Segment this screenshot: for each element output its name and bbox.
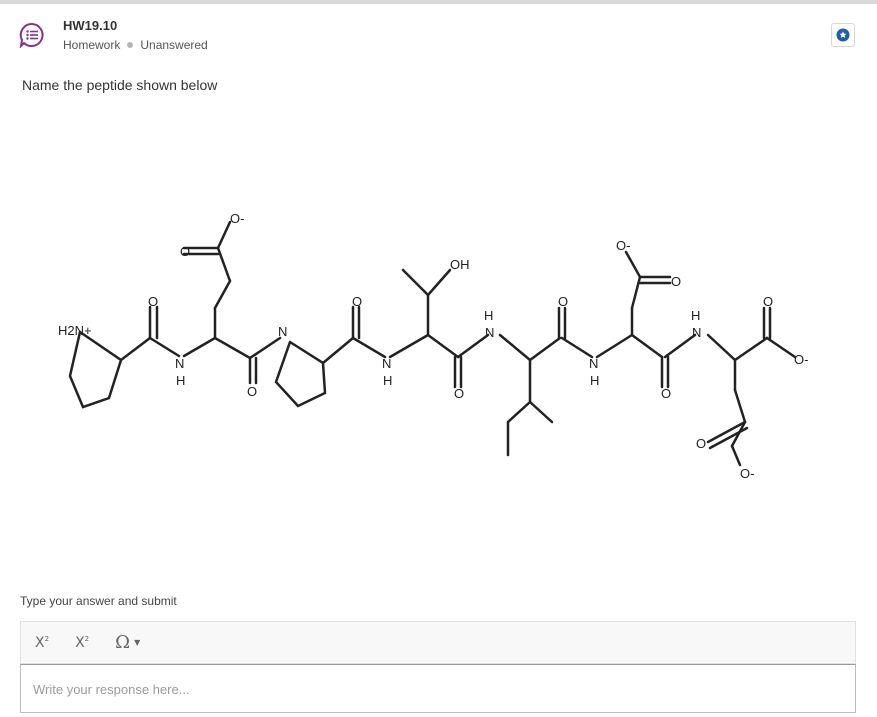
- answer-instruction: Type your answer and submit: [20, 594, 177, 608]
- superscript-button[interactable]: X2: [75, 635, 89, 651]
- amide-n-label: N: [589, 356, 598, 371]
- carboxylate-label: O-: [740, 466, 754, 481]
- carboxylate-label: O-: [230, 211, 244, 226]
- peptide-structure-diagram: H2N+ N H O O O- O N O N H OH O H N O N H…: [58, 211, 808, 481]
- carboxyl-o-label: O: [696, 436, 706, 451]
- question-category: Homework: [63, 38, 121, 52]
- subscript-button[interactable]: X2: [35, 635, 49, 651]
- response-input[interactable]: [31, 665, 849, 714]
- superscript-label: X: [75, 634, 85, 651]
- separator-dot: [127, 42, 134, 48]
- amine-label: H2N+: [58, 323, 92, 338]
- carbonyl-o-label: O: [763, 294, 773, 309]
- bookmark-button[interactable]: [831, 23, 855, 47]
- amide-n-label: N: [692, 325, 701, 340]
- carbonyl-o-label: O: [352, 294, 362, 309]
- carboxyl-o-label: O: [671, 274, 681, 289]
- top-divider: [0, 0, 877, 4]
- question-prompt: Name the peptide shown below: [22, 77, 218, 93]
- carbonyl-o-label: O: [661, 386, 671, 401]
- amide-h-label: H: [176, 373, 185, 388]
- carbonyl-o-label: O: [454, 386, 464, 401]
- question-list-icon: [19, 22, 45, 49]
- star-bookmark-icon: [836, 28, 850, 42]
- amide-h-label: H: [691, 308, 700, 323]
- carbonyl-o-label: O: [247, 384, 257, 399]
- amide-h-label: H: [383, 373, 392, 388]
- response-editor: X2 X2 Ω ▼: [20, 621, 856, 714]
- amide-n-label: N: [485, 325, 494, 340]
- amide-n-label: N: [175, 356, 184, 371]
- question-status: Unanswered: [140, 38, 208, 52]
- question-meta: Homework Unanswered: [63, 38, 208, 52]
- amide-n-label: N: [382, 356, 391, 371]
- omega-icon: Ω: [115, 632, 131, 653]
- atom-labels: H2N+ N H O O O- O N O N H OH O H N O N H…: [58, 211, 808, 481]
- amide-h-label: H: [590, 373, 599, 388]
- special-characters-dropdown[interactable]: Ω ▼: [115, 632, 140, 653]
- amide-h-label: H: [484, 308, 493, 323]
- carboxyl-o-label: O: [180, 244, 190, 259]
- carboxylate-label: O-: [794, 352, 808, 367]
- chevron-down-icon: ▼: [134, 638, 141, 647]
- carboxylate-label: O-: [616, 238, 630, 253]
- carbonyl-o-label: O: [148, 294, 158, 309]
- proline-n-label: N: [278, 324, 287, 339]
- hydroxyl-label: OH: [450, 257, 470, 272]
- question-title: HW19.10: [63, 18, 118, 33]
- editor-toolbar: X2 X2 Ω ▼: [20, 621, 856, 664]
- carbonyl-o-label: O: [558, 294, 568, 309]
- subscript-label: X: [35, 634, 45, 651]
- response-field[interactable]: [20, 664, 856, 714]
